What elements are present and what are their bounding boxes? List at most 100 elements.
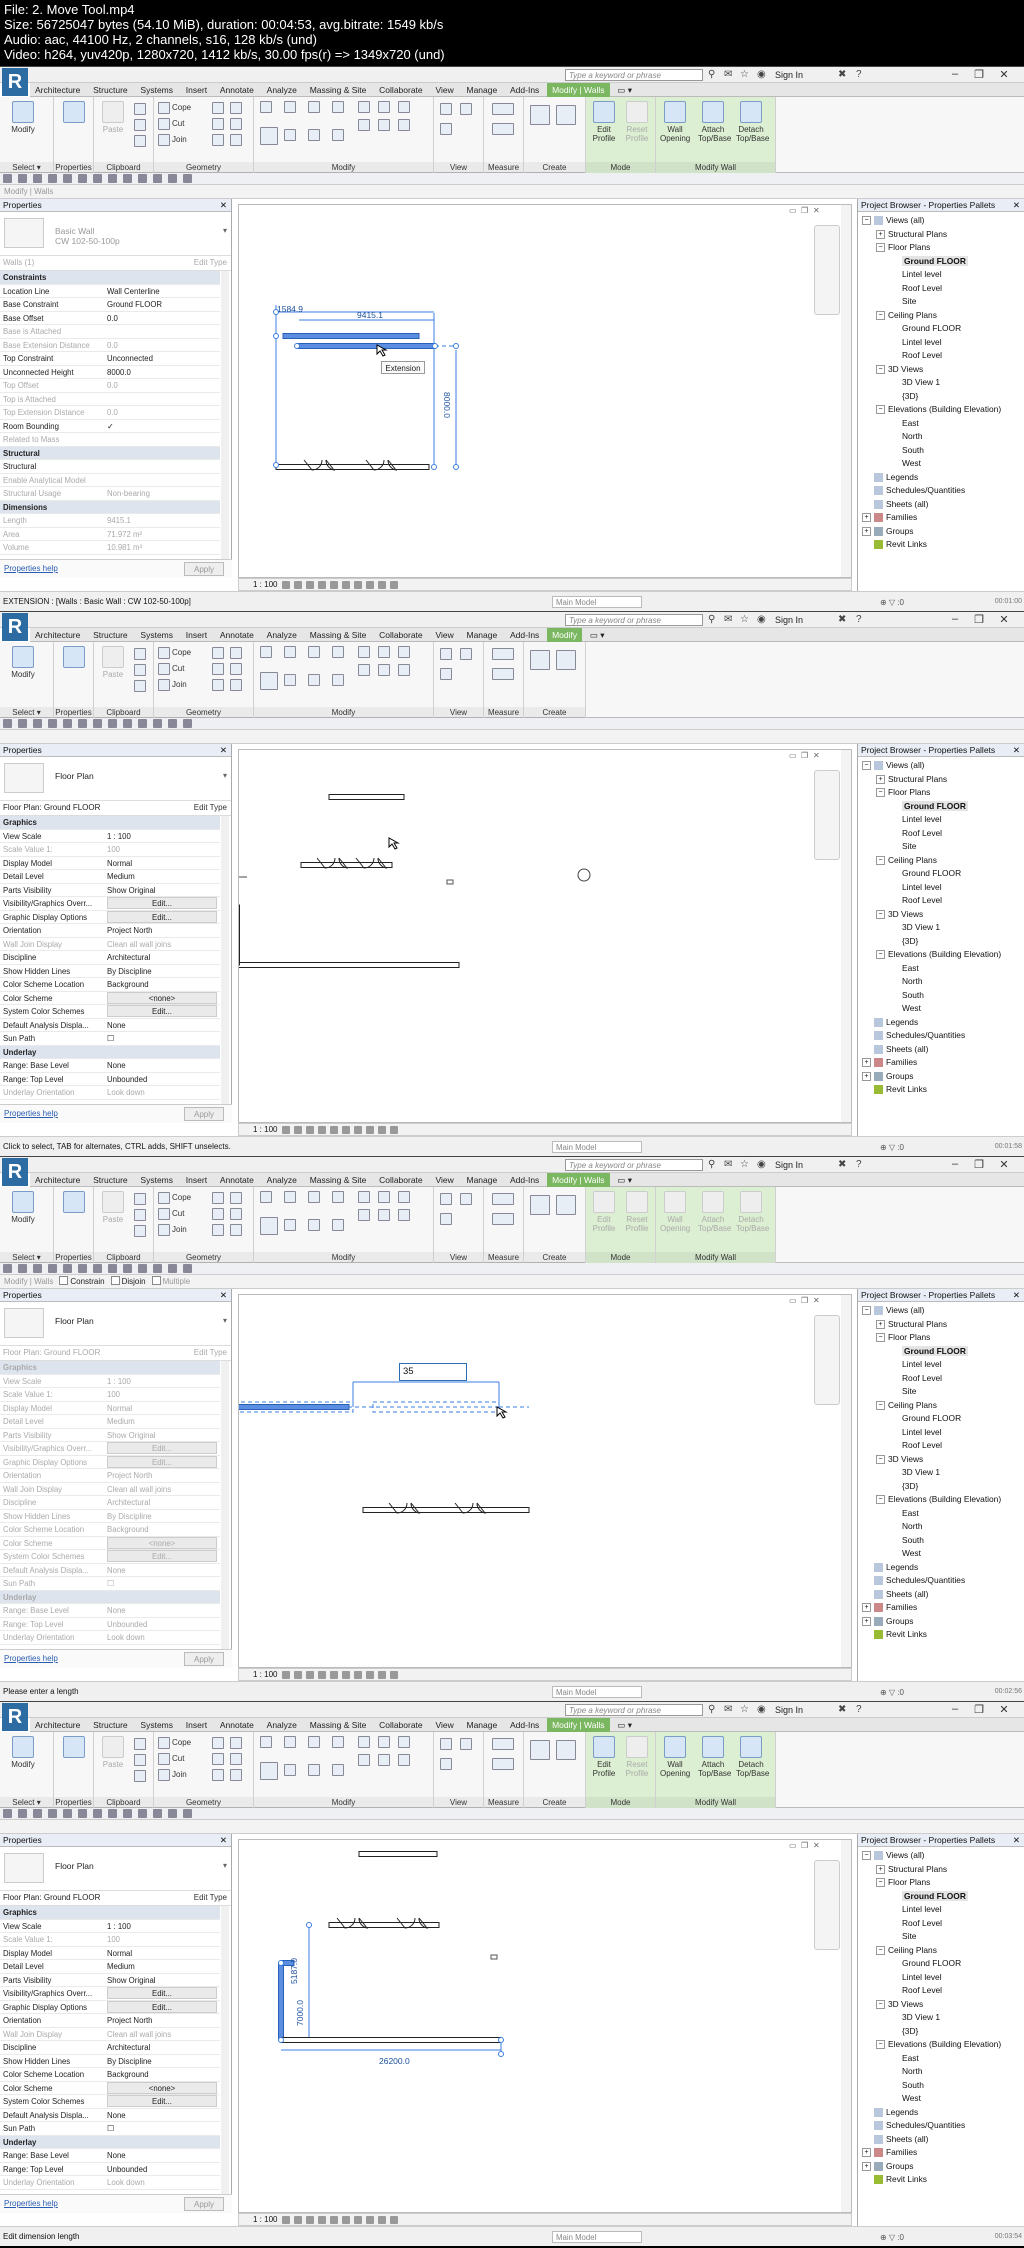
property-value[interactable]: 0.0 bbox=[107, 339, 217, 352]
browser-node[interactable]: − Ceiling Plans bbox=[858, 1944, 1024, 1958]
highlight-icon[interactable] bbox=[389, 1125, 398, 1134]
hide-icon[interactable] bbox=[440, 1193, 452, 1205]
detail-level-icon[interactable] bbox=[281, 2215, 290, 2224]
qat-section-icon[interactable] bbox=[138, 1809, 147, 1818]
user-icon[interactable]: ◉ bbox=[757, 1704, 766, 1716]
cope-button[interactable]: Cope bbox=[172, 1738, 191, 1748]
property-value[interactable]: Edit... bbox=[107, 897, 217, 909]
qat-dimension-icon[interactable] bbox=[93, 174, 102, 183]
type-selector[interactable]: Floor Plan ▾ bbox=[0, 1302, 231, 1346]
create-part-icon[interactable] bbox=[530, 1195, 550, 1215]
edit-type-button[interactable]: Edit Type bbox=[194, 801, 227, 815]
property-value[interactable]: Clean all wall joins bbox=[107, 938, 217, 951]
browser-node[interactable]: −3D Views bbox=[858, 1998, 1024, 2012]
search-input[interactable]: Type a keyword or phrase bbox=[565, 614, 703, 626]
signin-button[interactable]: Sign In bbox=[775, 1159, 803, 1171]
property-value[interactable]: Normal bbox=[107, 1947, 217, 1960]
property-value[interactable]: Normal bbox=[107, 857, 217, 870]
tab-addins[interactable]: Add-Ins bbox=[505, 83, 544, 97]
crop-region-icon[interactable] bbox=[341, 580, 350, 589]
qat-redo-icon[interactable] bbox=[48, 174, 57, 183]
browser-node[interactable]: West bbox=[858, 457, 1024, 471]
create-group-icon[interactable] bbox=[556, 1740, 576, 1760]
detail-level-icon[interactable] bbox=[281, 580, 290, 589]
property-value[interactable]: 0.0 bbox=[107, 379, 217, 392]
property-value[interactable]: Medium bbox=[107, 1960, 217, 1973]
browser-node[interactable]: South bbox=[858, 989, 1024, 1003]
property-value[interactable]: 8000.0 bbox=[107, 366, 217, 379]
property-value[interactable]: Show Original bbox=[107, 1974, 217, 1987]
properties-help-link[interactable]: Properties help bbox=[4, 1654, 58, 1663]
property-group-header[interactable]: Underlay bbox=[0, 1590, 220, 1604]
edit-profile-button[interactable]: Edit Profile bbox=[589, 1191, 619, 1233]
view-scale[interactable]: 1 : 100 bbox=[253, 580, 277, 589]
browser-node[interactable]: Schedules/Quantities bbox=[858, 484, 1024, 498]
expand-toggle-icon[interactable]: − bbox=[876, 788, 885, 798]
browser-node[interactable]: Ground FLOOR bbox=[858, 867, 1024, 881]
mirror-axis-icon[interactable] bbox=[308, 646, 320, 658]
rotate-icon[interactable] bbox=[308, 1219, 320, 1231]
browser-node[interactable]: Ground FLOOR bbox=[858, 1890, 1024, 1904]
browser-node[interactable]: Legends bbox=[858, 1561, 1024, 1575]
qat-measure-icon[interactable] bbox=[78, 719, 87, 728]
browser-node[interactable]: − Views (all) bbox=[858, 759, 1024, 773]
browser-node[interactable]: Ground FLOOR bbox=[858, 1412, 1024, 1426]
browser-node[interactable]: Schedules/Quantities bbox=[858, 2119, 1024, 2133]
geometry-tool-5-icon[interactable] bbox=[212, 1769, 224, 1781]
qat-switch-windows-icon[interactable] bbox=[183, 174, 192, 183]
array-icon[interactable] bbox=[378, 101, 390, 113]
expand-toggle-icon[interactable]: + bbox=[862, 1058, 871, 1068]
apply-button[interactable]: Apply bbox=[184, 1107, 224, 1121]
select-panel-label[interactable]: Select ▾ bbox=[0, 1797, 53, 1808]
exchange-icon[interactable]: ✖ bbox=[838, 1704, 846, 1716]
qat-print-icon[interactable] bbox=[63, 1809, 72, 1818]
constrain-checkbox[interactable] bbox=[59, 1276, 69, 1285]
scale-icon[interactable] bbox=[398, 1736, 410, 1748]
edit-type-button[interactable]: Edit Type bbox=[194, 1891, 227, 1905]
qat-undo-icon[interactable] bbox=[33, 719, 42, 728]
property-group-header[interactable]: Graphics bbox=[0, 1361, 220, 1375]
geometry-tool-4-icon[interactable] bbox=[230, 118, 242, 130]
join-button[interactable]: Join bbox=[172, 1225, 187, 1235]
properties-scrollbar[interactable] bbox=[221, 816, 229, 1104]
tab-view[interactable]: View bbox=[430, 628, 458, 642]
browser-node[interactable]: −3D Views bbox=[858, 363, 1024, 377]
binoculars-icon[interactable]: ⚲ bbox=[708, 614, 715, 626]
qat-redo-icon[interactable] bbox=[48, 1809, 57, 1818]
minimize-button[interactable]: – bbox=[945, 1158, 965, 1170]
browser-node[interactable]: − Views (all) bbox=[858, 214, 1024, 228]
tab-dropdown-icon[interactable]: ▭ ▾ bbox=[612, 1173, 637, 1187]
split-icon[interactable] bbox=[358, 646, 370, 658]
property-value[interactable]: Look down bbox=[107, 1631, 217, 1644]
unpin-icon[interactable] bbox=[378, 119, 390, 131]
edit-profile-button[interactable]: Edit Profile bbox=[589, 1736, 619, 1778]
geometry-tool-1-icon[interactable] bbox=[212, 647, 224, 659]
active-model-box[interactable]: Main Model bbox=[552, 1686, 642, 1698]
view-scale[interactable]: 1 : 100 bbox=[253, 1125, 277, 1134]
plan-drawing[interactable] bbox=[192, 1840, 853, 2214]
browser-node[interactable]: 3D View 1 bbox=[858, 376, 1024, 390]
browser-close-button[interactable]: ✕ bbox=[1013, 199, 1020, 211]
reset-profile-button[interactable]: Reset Profile bbox=[622, 1736, 652, 1778]
measure-icon[interactable] bbox=[492, 1193, 514, 1205]
browser-node[interactable]: Revit Links bbox=[858, 2173, 1024, 2187]
tab-annotate[interactable]: Annotate bbox=[215, 628, 259, 642]
browser-node[interactable]: Sheets (all) bbox=[858, 1043, 1024, 1057]
geometry-tool-3-icon[interactable] bbox=[212, 663, 224, 675]
status-filter-icons[interactable]: ⊕ ▽ :0 bbox=[880, 2233, 904, 2242]
browser-node[interactable]: West bbox=[858, 2092, 1024, 2106]
tab-structure[interactable]: Structure bbox=[88, 628, 133, 642]
detach-button[interactable]: Detach Top/Base bbox=[736, 1191, 769, 1233]
type-dropdown-icon[interactable]: ▾ bbox=[223, 1861, 227, 1870]
view-close-button[interactable]: ✕ bbox=[813, 1296, 820, 1305]
attach-button[interactable]: Attach Top/Base bbox=[698, 101, 731, 143]
qat-switch-windows-icon[interactable] bbox=[183, 1264, 192, 1273]
property-value[interactable]: Non-bearing bbox=[107, 487, 217, 500]
property-value[interactable]: <none> bbox=[107, 991, 217, 1004]
edit-profile-button[interactable]: Edit Profile bbox=[589, 101, 619, 143]
type-selector[interactable]: Floor Plan ▾ bbox=[0, 1847, 231, 1891]
mirror-draw-icon[interactable] bbox=[332, 646, 344, 658]
exchange-icon[interactable]: ✖ bbox=[838, 69, 846, 81]
qat-undo-icon[interactable] bbox=[33, 174, 42, 183]
plan-drawing[interactable] bbox=[239, 205, 853, 579]
